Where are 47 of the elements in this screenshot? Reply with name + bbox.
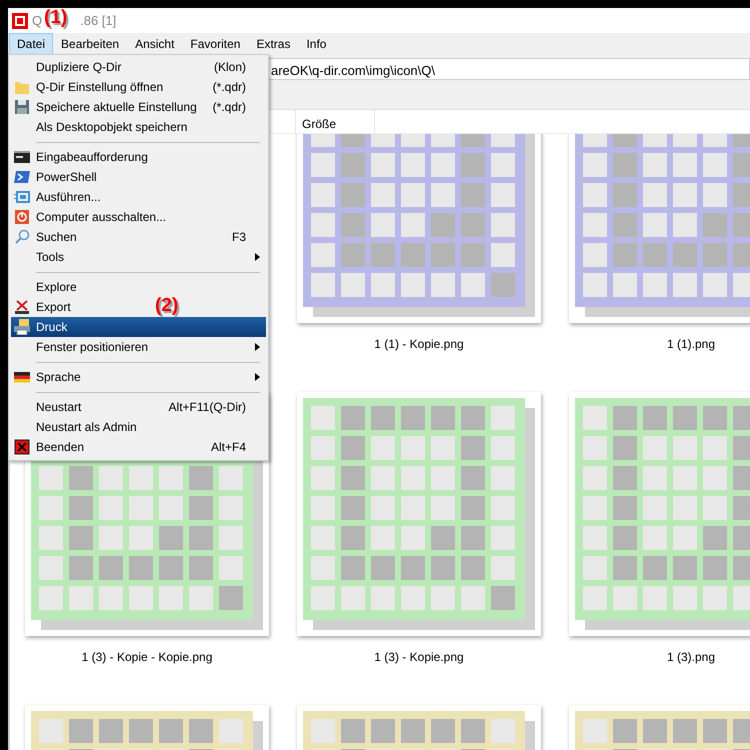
menu-item[interactable]: Neustart Alt+F11(Q-Dir) [11,397,266,417]
menu-item[interactable]: Als Desktopobjekt speichern [11,117,192,137]
menu-item[interactable]: Tools [11,247,266,267]
window-title: Q [32,12,42,30]
menu-bar-item[interactable]: Info [298,33,334,55]
cross-icon [14,299,30,315]
menu-item[interactable]: Explore [11,277,81,297]
menu-item[interactable]: Suchen F3 [11,227,266,247]
submenu-arrow-icon [255,253,260,261]
power-icon [14,209,30,225]
submenu-arrow-icon [255,343,260,351]
menu-item[interactable]: Sprache [11,367,266,387]
menu-item[interactable]: Neustart als Admin [11,417,141,437]
menu-item[interactable]: Ausführen... [11,187,105,207]
window-icon [14,189,30,205]
flag-icon [14,369,30,385]
prompt-icon [14,169,30,185]
search-icon [14,229,30,245]
menu-item[interactable]: Export [11,297,75,317]
terminal-icon [14,149,30,165]
menu-item[interactable]: Beenden Alt+F4 [11,437,266,457]
menu-item[interactable]: Fenster positionieren [11,337,266,357]
menu-item[interactable]: Eingabeaufforderung [11,147,152,167]
annotation-label: (1) [44,6,68,30]
menu-bar-item[interactable]: Datei [9,33,54,55]
app-icon [12,12,28,28]
menu-bar-item[interactable]: Ansicht [127,33,182,55]
menu-item[interactable]: Dupliziere Q-Dir (Klon) [11,57,266,77]
menu-bar-item[interactable]: Favoriten [182,33,248,55]
menu-bar-item[interactable]: Extras [248,33,298,55]
menu-item[interactable]: Q-Dir Einstellung öffnen (*.qdr) [11,77,266,97]
file-name[interactable]: 1 (3) - Kopie.png [374,648,464,666]
file-name[interactable]: 1 (3).png [666,648,716,666]
file-name[interactable]: 1 (1) - Kopie.png [374,335,464,353]
menu-item[interactable]: Druck [11,317,266,337]
menu-item[interactable]: Computer ausschalten... [11,207,170,227]
window-title: .86 [1] [80,12,116,30]
column-header[interactable]: Größe [295,110,375,133]
file-name[interactable]: 1 (3) - Kopie - Kopie.png [82,648,212,666]
annotation-label: (2) [155,294,178,318]
menu-item[interactable]: PowerShell [11,167,101,187]
submenu-arrow-icon [255,373,260,381]
printer-icon [14,319,30,335]
close-icon [14,439,30,455]
menu-item[interactable]: Speichere aktuelle Einstellung (*.qdr) [11,97,266,117]
menu-bar-item[interactable]: Bearbeiten [53,33,128,55]
file-name[interactable]: 1 (1).png [666,335,716,353]
